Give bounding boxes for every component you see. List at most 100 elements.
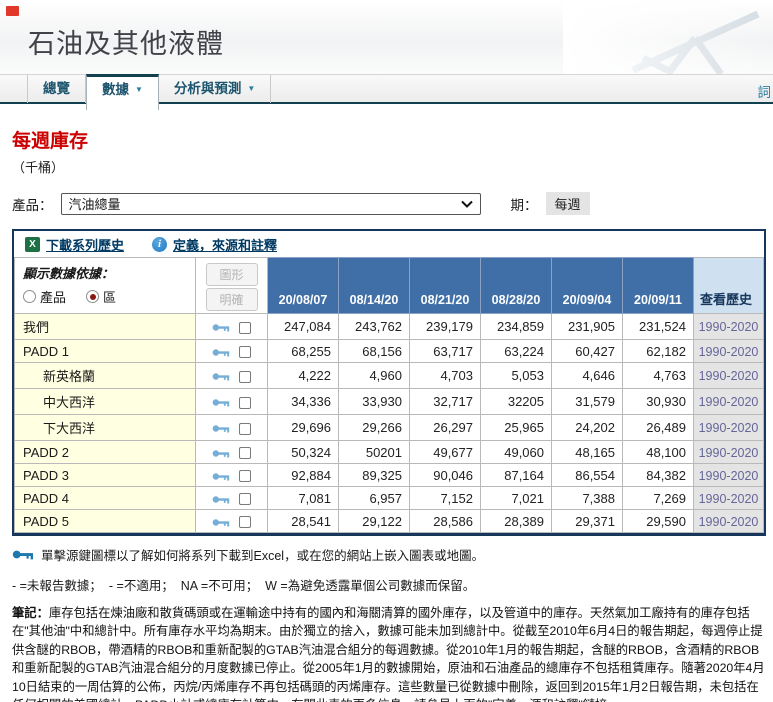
row-controls — [195, 339, 268, 363]
radio-product[interactable]: 產品 — [23, 287, 66, 306]
unit-label: （千桶） — [12, 160, 65, 175]
tab-overview[interactable]: 總覽 — [27, 75, 86, 103]
history-link[interactable]: 1990-2020 — [699, 515, 759, 529]
row-controls — [195, 313, 268, 340]
period-weekly-button[interactable]: 每週 — [545, 192, 590, 215]
row-checkbox[interactable] — [239, 321, 251, 334]
table-row: PADD 4 7,081 6,957 7,152 7,021 7,388 7,269 1990… — [14, 486, 764, 510]
radio-area-icon[interactable] — [86, 290, 100, 303]
row-checkbox[interactable] — [239, 346, 251, 359]
show-data-by-label: 顯示數據依據： — [23, 266, 115, 281]
value-cell: 4,646 — [551, 362, 623, 389]
row-checkbox[interactable] — [239, 370, 251, 383]
row-controls — [195, 440, 268, 464]
radio-area[interactable]: 區 — [86, 287, 116, 306]
history-link[interactable]: 1990-2020 — [699, 421, 759, 435]
table-toolbar: X 下載系列歷史 i 定義，來源和註釋 — [14, 231, 764, 257]
key-icon[interactable] — [212, 348, 230, 357]
row-controls — [195, 362, 268, 389]
table-row: PADD 1 68,255 68,156 63,717 63,224 60,427 62,1… — [14, 339, 764, 363]
value-cell: 239,179 — [409, 313, 481, 340]
value-cell: 29,371 — [551, 509, 623, 533]
row-checkbox[interactable] — [239, 516, 251, 529]
row-label: PADD 1 — [14, 339, 196, 363]
value-cell: 7,081 — [267, 486, 339, 510]
table-row: 新英格蘭 4,222 4,960 4,703 5,053 4,646 4,763 1990-2… — [14, 362, 764, 389]
table-row: 下大西洋 29,696 29,266 26,297 25,965 24,202 26,489… — [14, 414, 764, 441]
value-cell: 4,703 — [409, 362, 481, 389]
history-cell: 1990-2020 — [693, 388, 764, 415]
value-cell: 31,579 — [551, 388, 623, 415]
key-icon[interactable] — [212, 323, 230, 332]
key-icon[interactable] — [212, 449, 230, 458]
row-checkbox[interactable] — [239, 447, 251, 460]
history-link[interactable]: 1990-2020 — [699, 320, 759, 334]
value-cell: 32,717 — [409, 388, 481, 415]
history-cell: 1990-2020 — [693, 463, 764, 487]
glossary-link[interactable]: 詞 — [758, 81, 772, 101]
show-data-by-cell: 顯示數據依據： 產品 區 — [14, 257, 196, 314]
row-label: PADD 3 — [14, 463, 196, 487]
excel-icon[interactable]: X — [25, 236, 40, 252]
value-cell: 49,677 — [409, 440, 481, 464]
row-controls — [195, 509, 268, 533]
value-cell: 50201 — [338, 440, 410, 464]
history-cell: 1990-2020 — [693, 486, 764, 510]
key-icon[interactable] — [212, 472, 230, 481]
history-link[interactable]: 1990-2020 — [699, 369, 759, 383]
value-cell: 68,156 — [338, 339, 410, 363]
clear-button[interactable]: 明確 — [205, 288, 258, 311]
history-cell: 1990-2020 — [693, 313, 764, 340]
key-icon[interactable] — [212, 495, 230, 504]
history-link[interactable]: 1990-2020 — [699, 345, 759, 359]
graph-button[interactable]: 圖形 — [205, 263, 258, 286]
row-controls — [195, 463, 268, 487]
key-icon[interactable] — [212, 372, 230, 381]
tab-analysis-projections[interactable]: 分析與預測 ▼ — [159, 75, 272, 103]
value-cell: 4,960 — [338, 362, 410, 389]
info-icon[interactable]: i — [152, 236, 168, 252]
row-checkbox[interactable] — [239, 422, 251, 435]
key-icon — [12, 550, 33, 560]
legend-note: - =未報告數據； - =不適用； NA =不可用； W =為避免透露單個公司數… — [12, 579, 476, 593]
row-label: PADD 2 — [14, 440, 196, 464]
radio-product-icon[interactable] — [23, 290, 36, 303]
key-icon[interactable] — [212, 398, 230, 407]
table-header-row: 顯示數據依據： 產品 區 圖形 明確 20/08/07 08/14/20 08/… — [14, 257, 764, 314]
table-row: 中大西洋 34,336 33,930 32,717 32205 31,579 30,930 1… — [14, 388, 764, 415]
view-history-header: 查看歷史 — [693, 257, 764, 314]
value-cell: 29,266 — [338, 414, 410, 441]
date-column-header: 20/08/07 — [267, 257, 339, 314]
footnote-text: 庫存包括在煉油廠和散貨碼頭或在運輸途中持有的國內和海關清算的國外庫存，以及管道中… — [12, 606, 765, 702]
row-checkbox[interactable] — [239, 470, 251, 483]
tab-data[interactable]: 數據 ▼ — [86, 74, 159, 110]
value-cell: 25,965 — [480, 414, 552, 441]
chevron-down-icon — [460, 200, 473, 208]
date-column-header: 20/09/04 — [551, 257, 623, 314]
row-checkbox[interactable] — [239, 493, 251, 506]
value-cell: 84,382 — [622, 463, 694, 487]
key-icon[interactable] — [212, 518, 230, 527]
product-select[interactable]: 汽油總量 — [60, 192, 481, 215]
history-link[interactable]: 1990-2020 — [699, 492, 759, 506]
value-cell: 5,053 — [480, 362, 552, 389]
row-controls — [195, 388, 268, 415]
history-link[interactable]: 1990-2020 — [699, 395, 759, 409]
value-cell: 26,489 — [622, 414, 694, 441]
value-cell: 7,269 — [622, 486, 694, 510]
tab-analysis-label: 分析與預測 — [173, 81, 242, 96]
action-buttons-cell: 圖形 明確 — [195, 257, 268, 314]
history-link[interactable]: 1990-2020 — [699, 446, 759, 460]
row-checkbox[interactable] — [239, 396, 251, 409]
download-series-link[interactable]: 下載系列歷史 — [46, 235, 124, 254]
key-icon[interactable] — [212, 424, 230, 433]
history-link[interactable]: 1990-2020 — [699, 469, 759, 483]
row-label: PADD 5 — [14, 509, 196, 533]
value-cell: 63,224 — [480, 339, 552, 363]
radio-area-label: 區 — [103, 290, 117, 305]
value-cell: 30,930 — [622, 388, 694, 415]
value-cell: 50,324 — [267, 440, 339, 464]
row-label: 我們 — [14, 313, 196, 340]
value-cell: 29,590 — [622, 509, 694, 533]
definitions-sources-link[interactable]: 定義，來源和註釋 — [173, 235, 277, 254]
